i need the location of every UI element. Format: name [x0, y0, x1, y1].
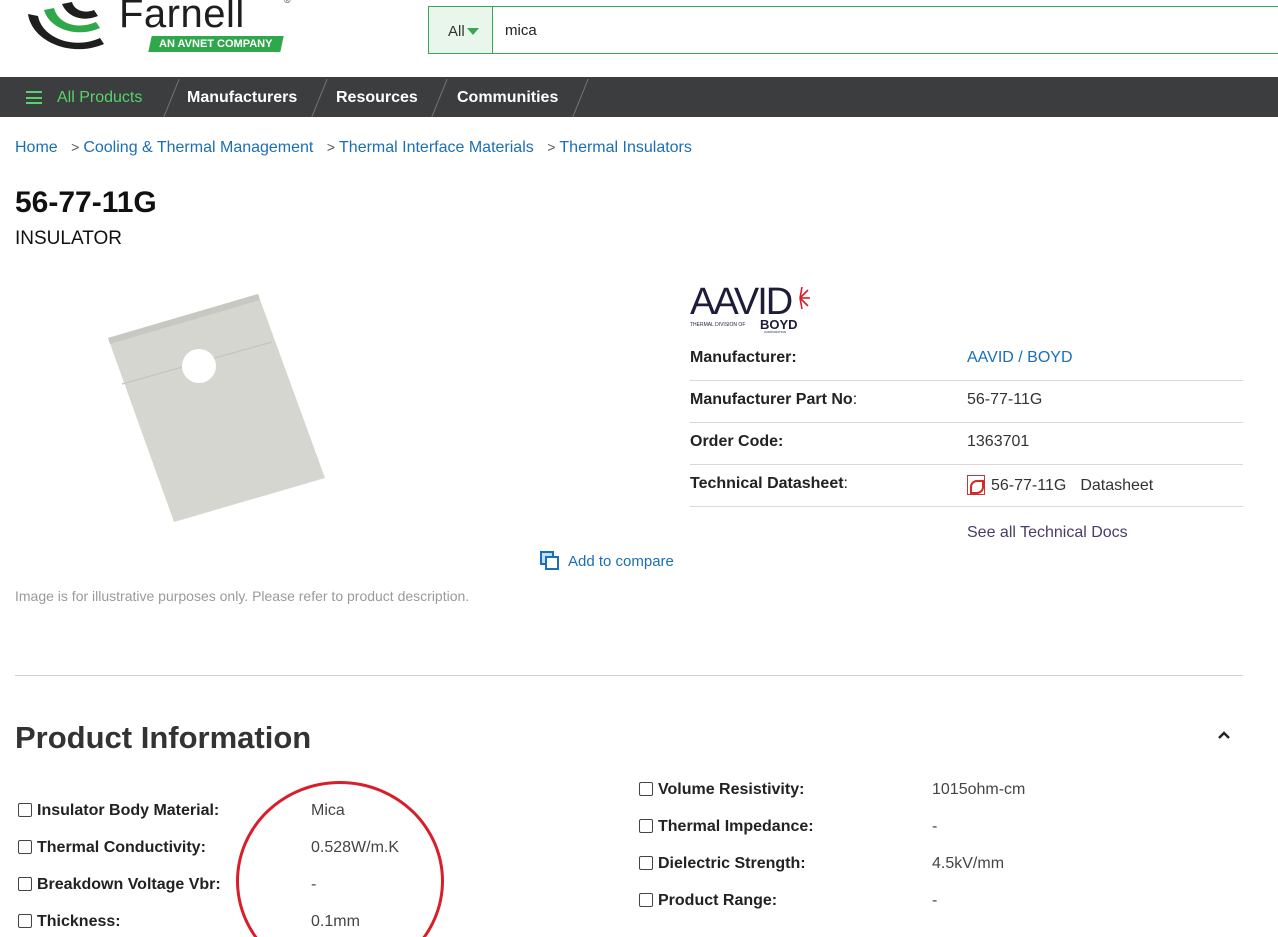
order-code-value: 1363701	[967, 433, 1030, 450]
order-code-label: Order Code:	[690, 433, 784, 450]
site-header: Farnell ® AN AVNET COMPANY All	[0, 0, 1278, 77]
attr-label: Thickness:	[37, 913, 121, 930]
checkbox[interactable]	[639, 893, 653, 907]
product-subtitle: INSULATOR	[15, 228, 122, 249]
see-all-technical-docs-link[interactable]: See all Technical Docs	[967, 524, 1128, 542]
add-to-compare-link[interactable]: Add to compare	[540, 551, 674, 571]
breadcrumb-separator: >	[547, 139, 556, 155]
breadcrumb-home[interactable]: Home	[15, 139, 58, 156]
nav-communities[interactable]: Communities	[457, 77, 558, 117]
filter-dielectric-strength[interactable]: Dielectric Strength:	[639, 855, 806, 873]
breadcrumb-thermal-interface[interactable]: Thermal Interface Materials	[339, 139, 534, 156]
filter-thermal-conductivity[interactable]: Thermal Conductivity:	[18, 839, 206, 857]
filter-volume-resistivity[interactable]: Volume Resistivity:	[639, 781, 804, 799]
nav-divider	[311, 79, 328, 117]
page-title: 56-77-11G	[15, 186, 157, 219]
attr-value: -	[932, 818, 938, 835]
add-to-compare-label: Add to compare	[568, 553, 674, 570]
filter-thickness[interactable]: Thickness:	[18, 913, 121, 931]
datasheet-part: 56-77-11G	[991, 477, 1067, 494]
attr-label: Volume Resistivity:	[658, 781, 805, 798]
search-category-label: All	[448, 23, 465, 40]
spec-row-part-no: Manufacturer Part No: 56-77-11G	[690, 381, 1243, 423]
attr-value: 1015ohm-cm	[932, 781, 1026, 798]
logo-wordmark: Farnell	[119, 0, 245, 36]
attr-label: Breakdown Voltage Vbr:	[37, 876, 221, 893]
spec-row-manufacturer: Manufacturer: AAVID / BOYD	[690, 339, 1243, 381]
main-nav: All Products Manufacturers Resources Com…	[0, 77, 1278, 117]
hamburger-menu-icon[interactable]	[26, 91, 42, 104]
breadcrumb-cooling-thermal[interactable]: Cooling & Thermal Management	[83, 139, 313, 156]
attr-value: Mica	[311, 802, 345, 819]
farnell-logo[interactable]: Farnell ® AN AVNET COMPANY	[22, 0, 291, 62]
attr-label: Product Range:	[658, 892, 778, 909]
filter-insulator-body-material[interactable]: Insulator Body Material:	[18, 802, 219, 820]
aavid-boyd-logo[interactable]: AAVID THERMAL DIVISION OF BOYD CORPORATI…	[690, 282, 812, 334]
manufacturer-label: Manufacturer:	[690, 349, 797, 366]
checkbox[interactable]	[18, 803, 32, 817]
section-divider	[15, 675, 1243, 676]
pdf-icon	[967, 475, 985, 495]
attr-value: 4.5kV/mm	[932, 855, 1005, 872]
checkbox[interactable]	[639, 819, 653, 833]
nav-resources[interactable]: Resources	[336, 77, 418, 117]
brand-logo-tagline: THERMAL DIVISION OF	[690, 322, 745, 328]
filter-breakdown-voltage[interactable]: Breakdown Voltage Vbr:	[18, 876, 221, 894]
breadcrumb-separator: >	[326, 139, 336, 155]
farnell-swoosh-icon	[28, 2, 104, 50]
product-information-heading: Product Information	[15, 720, 312, 755]
checkbox[interactable]	[18, 914, 32, 928]
nav-all-products[interactable]: All Products	[57, 77, 142, 117]
datasheet-label-wrap: Technical Datasheet:	[690, 475, 848, 493]
attr-label: Thermal Impedance:	[658, 818, 814, 835]
search-input[interactable]	[505, 19, 1205, 41]
checkbox[interactable]	[18, 840, 32, 854]
attr-label: Dielectric Strength:	[658, 855, 806, 872]
part-no-value: 56-77-11G	[967, 391, 1043, 408]
attr-label: Thermal Conductivity:	[37, 839, 206, 856]
spec-row-order-code: Order Code: 1363701	[690, 423, 1243, 465]
part-no-label: Manufacturer Part No	[690, 391, 853, 408]
chevron-up-icon[interactable]	[1217, 728, 1231, 742]
checkbox[interactable]	[639, 782, 653, 796]
logo-tagline-text: AN AVNET COMPANY	[159, 38, 273, 50]
breadcrumb: Home > Cooling & Thermal Management > Ther…	[15, 139, 692, 157]
attr-label: Insulator Body Material:	[37, 802, 220, 819]
image-disclaimer: Image is for illustrative purposes only.…	[15, 588, 470, 604]
breadcrumb-separator: >	[71, 139, 80, 155]
datasheet-label: Technical Datasheet	[690, 475, 844, 492]
filter-product-range[interactable]: Product Range:	[639, 892, 777, 910]
nav-manufacturers[interactable]: Manufacturers	[187, 77, 297, 117]
product-image[interactable]	[100, 290, 340, 530]
nav-divider	[163, 79, 180, 117]
checkbox[interactable]	[18, 877, 32, 891]
logo-tagline: AN AVNET COMPANY	[148, 36, 284, 52]
search-category-dropdown[interactable]: All	[429, 7, 493, 53]
datasheet-link[interactable]: 56-77-11G Datasheet	[967, 475, 1153, 495]
attr-value: 0.528W/m.K	[311, 839, 400, 856]
breadcrumb-thermal-insulators[interactable]: Thermal Insulators	[559, 139, 692, 156]
part-no-colon: :	[852, 391, 858, 408]
attr-value: -	[932, 892, 938, 909]
manufacturer-link[interactable]: AAVID / BOYD	[967, 349, 1073, 366]
nav-divider	[572, 79, 589, 117]
nav-divider	[431, 79, 448, 117]
logo-registered-mark: ®	[284, 0, 291, 5]
spec-row-datasheet: Technical Datasheet: 56-77-11G Datasheet	[690, 465, 1243, 507]
part-no-label-wrap: Manufacturer Part No:	[690, 391, 857, 409]
search-bar: All	[428, 6, 1278, 54]
attr-value: 0.1mm	[311, 913, 360, 930]
datasheet-colon: :	[843, 475, 848, 492]
brand-logo-parent-sub: CORPORATION	[764, 330, 786, 334]
checkbox[interactable]	[639, 856, 653, 870]
chevron-down-icon	[466, 28, 479, 35]
datasheet-link-label: Datasheet	[1080, 477, 1154, 494]
filter-thermal-impedance[interactable]: Thermal Impedance:	[639, 818, 814, 836]
compare-icon	[540, 551, 560, 571]
attr-value: -	[311, 876, 317, 893]
